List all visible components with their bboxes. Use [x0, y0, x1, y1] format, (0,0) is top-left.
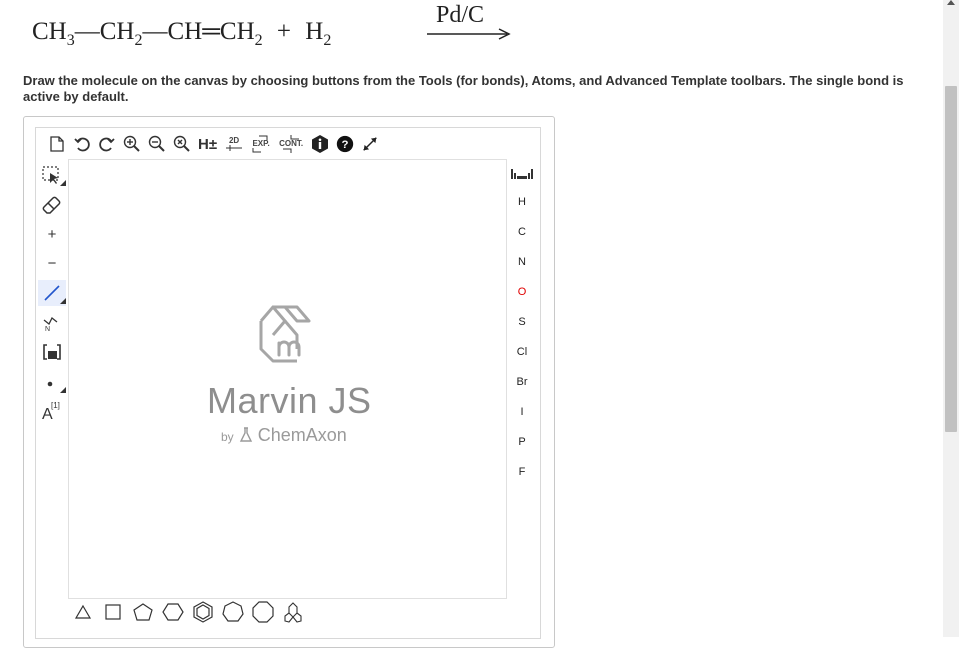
- fused-ring-icon: [284, 602, 302, 623]
- help-icon[interactable]: ?: [336, 133, 354, 155]
- atom-s-button[interactable]: S: [508, 312, 536, 332]
- atom-cl-button[interactable]: Cl: [508, 342, 536, 362]
- chain-tool[interactable]: N: [38, 309, 66, 335]
- reactant-ch3: CH: [32, 18, 67, 45]
- reaction-arrow-icon: [427, 28, 511, 40]
- atom-p-button[interactable]: P: [508, 432, 536, 452]
- instructions-text: Draw the molecule on the canvas by choos…: [23, 73, 904, 104]
- square-icon: [105, 604, 121, 620]
- undo-icon[interactable]: [73, 133, 91, 155]
- cycloheptane-template[interactable]: [222, 600, 244, 624]
- scrollbar-thumb[interactable]: [945, 86, 957, 432]
- pentagon-icon: [133, 603, 153, 621]
- positive-charge-tool[interactable]: +: [38, 221, 66, 247]
- redo-icon[interactable]: [98, 133, 116, 155]
- atom-map-tool[interactable]: A [1]: [38, 398, 66, 424]
- scroll-up-icon[interactable]: [947, 0, 955, 5]
- drawing-canvas[interactable]: [68, 159, 507, 599]
- benzene-icon: [193, 601, 213, 623]
- contract-group-button[interactable]: CONT.: [279, 133, 303, 155]
- radical-tool[interactable]: [38, 369, 66, 395]
- chemaxon-logo-text: by ChemAxon: [221, 425, 347, 445]
- plus-sign: +: [276, 18, 291, 45]
- atom-n-button[interactable]: N: [508, 252, 536, 272]
- eraser-tool[interactable]: [38, 191, 66, 217]
- cyclohexane-template[interactable]: [162, 600, 184, 624]
- new-document-icon[interactable]: [48, 133, 66, 155]
- marvin-logo-text: Marvin JS: [207, 380, 372, 421]
- top-toolbar: H± 2D EXP. CONT. ?: [48, 131, 386, 157]
- selection-tool[interactable]: [38, 162, 66, 188]
- svg-text:?: ?: [342, 139, 349, 151]
- chain-icon: N: [43, 316, 58, 332]
- cyclopropane-template[interactable]: [72, 600, 94, 624]
- single-bond-tool[interactable]: [38, 280, 66, 306]
- zoom-reset-icon[interactable]: [173, 133, 191, 155]
- atom-o-button[interactable]: O: [508, 282, 536, 302]
- triangle-icon: [74, 604, 92, 619]
- template-toolbar: [72, 600, 312, 624]
- reactant-ch-ch2: —CH═CH: [142, 18, 255, 45]
- negative-charge-tool[interactable]: −: [38, 250, 66, 276]
- clean-2d-button[interactable]: 2D: [225, 133, 243, 155]
- naphthalene-template[interactable]: [282, 600, 304, 624]
- periodic-table-icon[interactable]: [510, 167, 534, 181]
- cyclopentane-template[interactable]: [132, 600, 154, 624]
- heptagon-icon: [222, 601, 244, 622]
- reaction-equation: CH3—CH2—CH═CH2 + H2 Pd/C: [32, 0, 552, 60]
- atom-c-button[interactable]: C: [508, 222, 536, 242]
- template-tool[interactable]: [38, 339, 66, 365]
- hydrogen-toggle-button[interactable]: H±: [198, 133, 217, 155]
- eraser-icon: [42, 196, 61, 214]
- reactant-ch2: —CH: [74, 18, 135, 45]
- zoom-out-icon[interactable]: [148, 133, 166, 155]
- fullscreen-icon[interactable]: [361, 133, 379, 155]
- atom-h-button[interactable]: H: [508, 192, 536, 212]
- reactant-h2: H: [305, 18, 324, 45]
- hexagon-icon: [162, 603, 184, 621]
- catalyst-label: Pd/C: [436, 2, 485, 28]
- octagon-icon: [252, 601, 274, 623]
- reaction-text: CH3—CH2—CH═CH2 + H2: [32, 18, 332, 49]
- info-icon[interactable]: [311, 133, 329, 155]
- benzene-template[interactable]: [192, 600, 214, 624]
- marvin-logo-icon: [259, 305, 311, 363]
- expand-group-button[interactable]: EXP.: [251, 133, 271, 155]
- flask-icon: [239, 427, 252, 442]
- cyclooctane-template[interactable]: [252, 600, 274, 624]
- bracket-icon: [43, 344, 61, 360]
- atom-f-button[interactable]: F: [508, 462, 536, 482]
- atom-br-button[interactable]: Br: [508, 372, 536, 392]
- svg-text:N: N: [45, 326, 50, 332]
- zoom-in-icon[interactable]: [123, 133, 141, 155]
- atom-map-index: [1]: [51, 401, 60, 410]
- atom-i-button[interactable]: I: [508, 402, 536, 422]
- cyclobutane-template[interactable]: [102, 600, 124, 624]
